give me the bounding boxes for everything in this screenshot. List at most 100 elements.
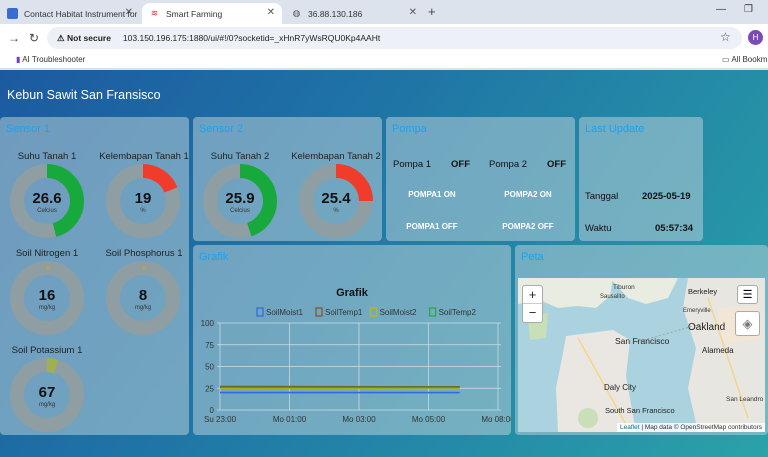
new-tab-button[interactable]: + [428,4,436,19]
node-red-icon: ≋ [150,8,159,18]
place-label: Alameda [702,346,734,355]
gauge-label: Soil Nitrogen 1 [15,248,79,259]
legend-label: SoilMoist2 [380,308,417,317]
gauge-unit: % [333,208,339,214]
gauge-suhu-tanah-1: 26.6 Celcius [9,163,85,244]
pompa2-label: Pompa 2 [489,159,528,170]
bookmark-star-icon[interactable]: ☆ [720,30,731,44]
gauge-value: 16 [38,287,56,304]
address-bar-row: → ↻ ⚠ Not secure 103.150.196.175:1880/ui… [0,24,768,51]
legend-label: SoilTemp1 [325,308,363,317]
menu-icon: ☰ [742,289,753,301]
gauge-kelembapan-tanah-2: 25.4% [298,163,374,244]
legend-swatch [370,307,378,317]
place-label: Emeryville [683,308,711,314]
tab-label: Smart Farming [166,8,223,19]
y-tick-label: 25 [205,384,214,393]
zoom-out-button[interactable]: − [523,304,542,322]
gauge-kelembapan-tanah-1: 19% [105,163,181,244]
zoom-control: + − [522,285,543,323]
place-label: Berkeley [688,287,718,296]
place-label: Oakland [688,322,726,333]
zoom-in-button[interactable]: + [523,286,542,304]
restore-icon[interactable]: ❐ [744,4,753,15]
tab-label: Contact Habitat Instrument for [24,8,138,19]
x-tick-label: Mo 01:00 [273,415,307,424]
legend-swatch [429,307,437,317]
gauge-value: 26.6 [32,190,62,207]
gauge-value: 25.4 [321,190,351,207]
pompa2-off-button[interactable]: POMPA2 OFF [488,222,568,231]
forward-icon[interactable]: → [8,31,20,45]
tab-label: 36.88.130.186 [308,8,363,19]
gauge-label: Suhu Tanah 1 [17,151,77,162]
card-title: Sensor 2 [199,123,244,135]
tab-contact-habitat[interactable]: Contact Habitat Instrument for ✕ [0,3,140,24]
gauge-unit: Celcius [37,208,57,214]
gauge-label: Kelembapan Tanah 2 [291,151,381,162]
folder-icon: ▭ [722,55,730,64]
pompa1-state: OFF [451,159,470,170]
map-attribution: Leaflet | Map data © OpenStreetMap contr… [617,423,765,432]
url-field[interactable]: ⚠ Not secure 103.150.196.175:1880/ui/#!/… [47,27,742,49]
card-title: Sensor 1 [6,123,51,135]
card-title: Pompa [392,123,427,135]
gauge-value: 67 [38,384,56,401]
place-label: Tiburon [613,284,635,291]
gauge-label: Soil Phosphorus 1 [105,248,183,259]
tanggal-label: Tanggal [585,191,619,202]
legend-swatch [315,307,323,317]
place-label: Daly City [604,383,637,392]
reload-icon[interactable]: ↻ [29,31,39,45]
pompa1-off-button[interactable]: POMPA1 OFF [392,222,472,231]
chart-series [219,385,460,394]
gauge-unit: % [140,208,146,214]
all-bookmarks[interactable]: ▭ All Bookm [722,55,767,64]
waktu-label: Waktu [585,223,612,234]
y-tick-label: 100 [201,319,215,328]
x-tick-label: Mo 08:00 [481,415,511,424]
minimize-icon[interactable]: — [716,4,726,15]
chart-legend: SoilMoist1 SoilTemp1 SoilMoist2 SoilTemp2 [256,307,477,317]
gauge-label: Soil Potassium 1 [11,345,83,356]
layers-icon: ◈ [742,316,753,331]
browser-tab-bar: Contact Habitat Instrument for ✕ ≋ Smart… [0,0,768,24]
card-title: Grafik [199,251,229,263]
page-title: Kebun Sawit San Fransisco [7,88,161,102]
pompa2-state: OFF [547,159,566,170]
attribution-text: | Map data © OpenStreetMap contributors [641,424,762,431]
legend-label: SoilMoist1 [266,308,303,317]
pompa2-on-button[interactable]: POMPA2 ON [488,190,568,199]
tab-smart-farming[interactable]: ≋ Smart Farming ✕ [142,3,282,24]
legend-swatch [256,307,264,317]
gauge-value: 19 [134,190,152,207]
gauge-fill [46,358,59,374]
y-tick-label: 0 [210,406,215,415]
pompa1-on-button[interactable]: POMPA1 ON [392,190,472,199]
layers-button[interactable]: ◈ [735,311,760,336]
bookmark-icon: ▮ [16,55,21,64]
close-icon[interactable]: ✕ [409,7,417,18]
bookmark-ai-troubleshooter[interactable]: ▮ AI Troubleshooter [16,55,85,64]
leaflet-link[interactable]: Leaflet [620,424,640,431]
place-label: San Leandro [726,396,764,403]
tab-ip-address[interactable]: ◍ 36.88.130.186 ✕ [284,3,424,24]
close-icon[interactable]: ✕ [267,7,275,18]
not-secure-badge[interactable]: ⚠ Not secure [57,33,111,44]
map[interactable]: Tiburon Berkeley Sausalito Emeryville Oa… [518,278,765,432]
y-tick-label: 75 [205,341,214,350]
tanggal-value: 2025-05-19 [642,191,691,202]
gauge-value: 25.9 [225,190,255,207]
gauge-label: Kelembapan Tanah 1 [99,151,189,162]
place-label: South San Francisco [605,406,675,415]
x-tick-label: Mo 03:00 [342,415,376,424]
url-text: 103.150.196.175:1880/ui/#!/0?socketid=_x… [122,33,381,43]
gauge-unit: Celcius [230,208,250,214]
menu-button[interactable]: ☰ [737,285,758,304]
legend-label: SoilTemp2 [439,308,477,317]
place-label: San Francisco [615,336,670,346]
avatar[interactable]: H [748,30,763,45]
bookmarks-bar: ▮ AI Troubleshooter ▭ All Bookm [0,51,768,69]
globe-icon: ◍ [292,8,301,18]
close-icon[interactable]: ✕ [125,7,133,18]
